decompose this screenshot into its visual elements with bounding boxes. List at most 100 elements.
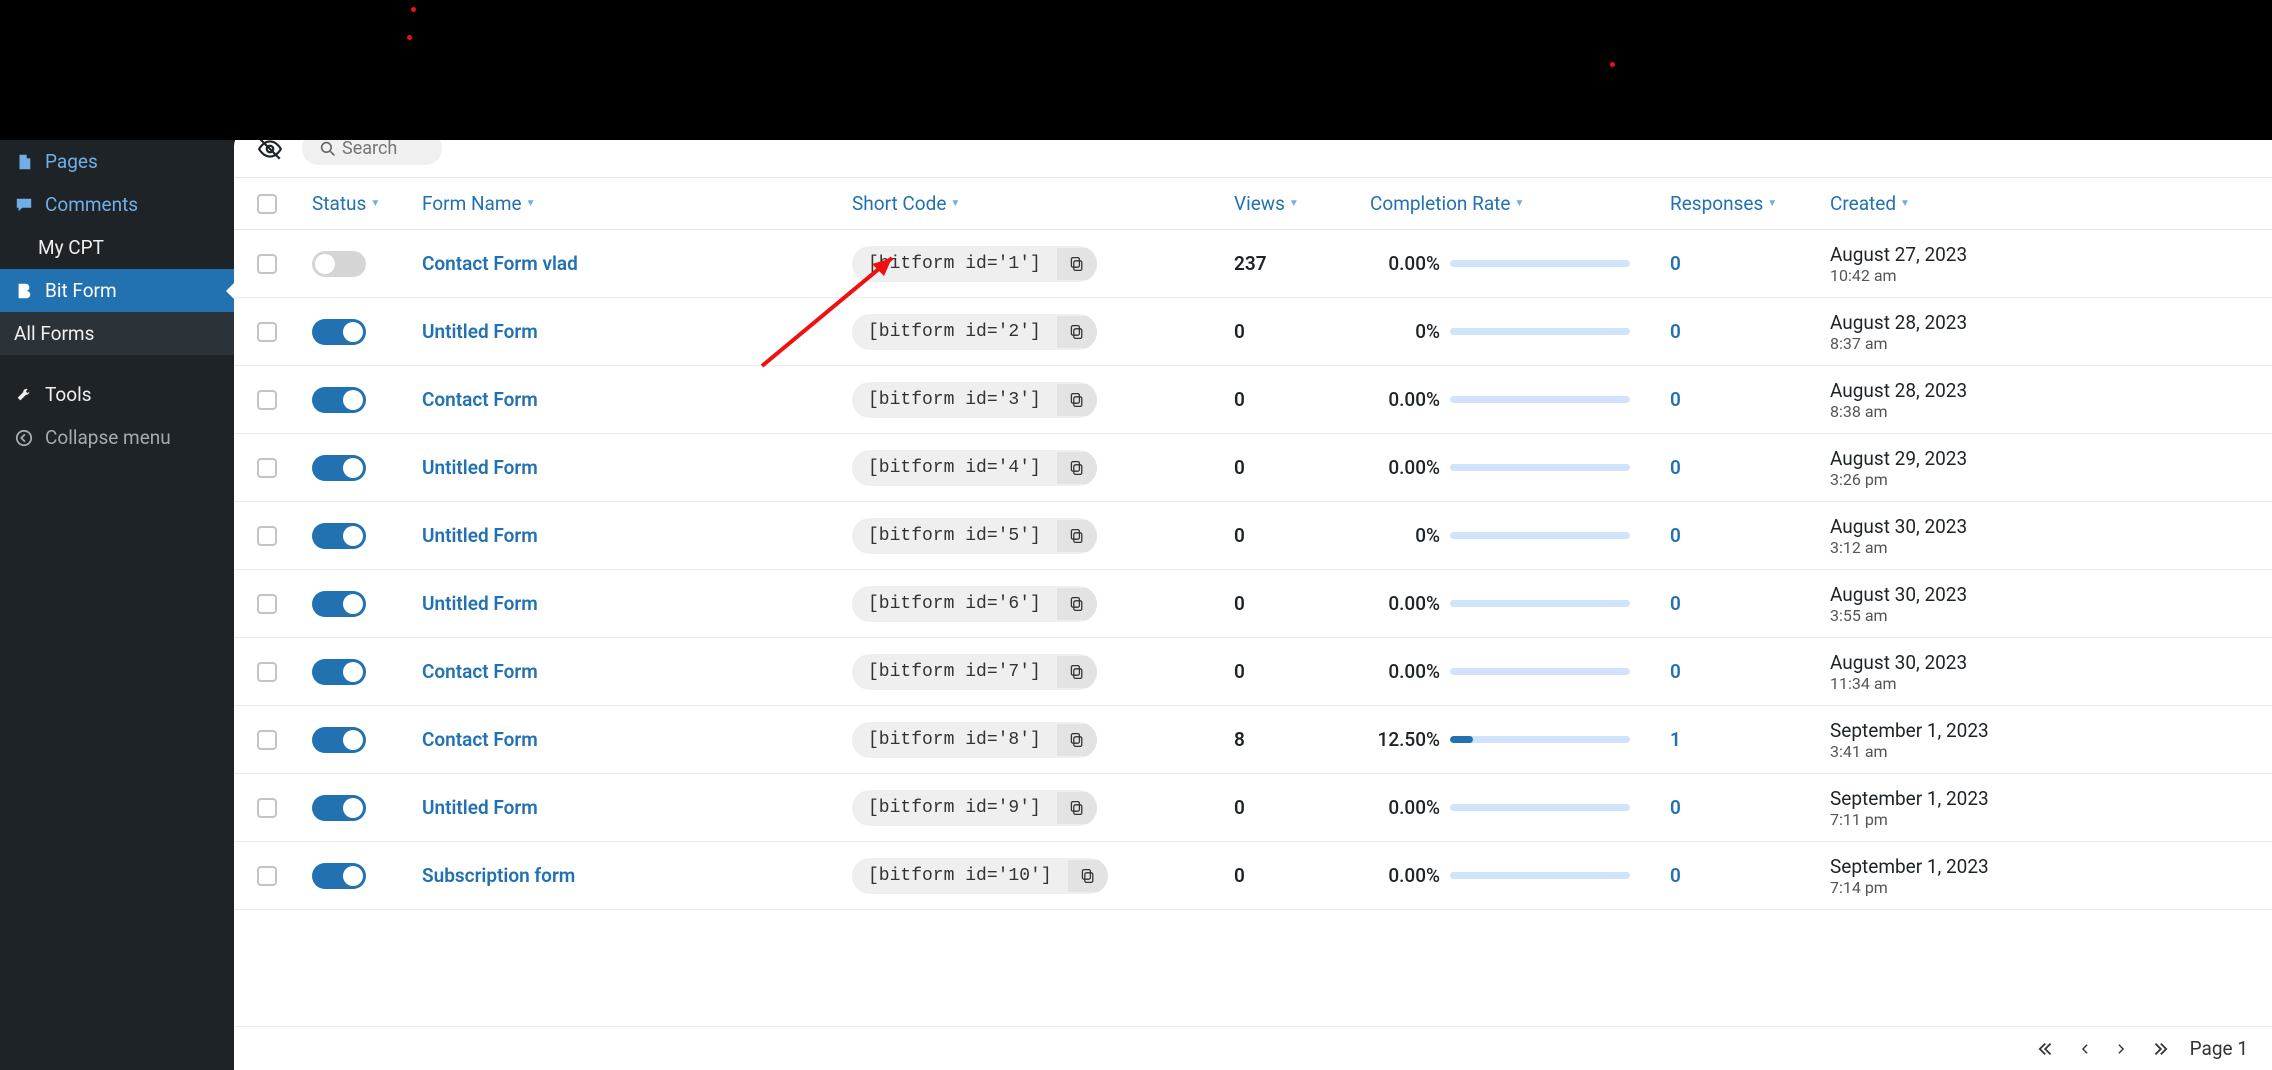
column-header-views[interactable]: Views▼ [1234, 192, 1370, 215]
responses-link[interactable]: 1 [1670, 728, 1681, 751]
form-name-link[interactable]: Contact Form [422, 660, 538, 683]
created-date: August 30, 2023 [1830, 583, 2272, 606]
copy-shortcode-button[interactable] [1057, 248, 1097, 280]
responses-link[interactable]: 0 [1670, 252, 1681, 275]
status-toggle[interactable] [312, 319, 366, 345]
completion-rate-bar [1450, 668, 1630, 675]
responses-link[interactable]: 0 [1670, 660, 1681, 683]
column-header-created[interactable]: Created▼ [1830, 192, 2272, 215]
shortcode-pill: [bitform id='3'] [852, 382, 1097, 418]
responses-link[interactable]: 0 [1670, 592, 1681, 615]
completion-rate-value: 0.00% [1370, 252, 1440, 275]
sidebar-item-bitform[interactable]: Bit Form [0, 269, 234, 312]
row-checkbox[interactable] [257, 458, 277, 478]
search-input[interactable] [342, 138, 422, 159]
completion-rate-bar [1450, 600, 1630, 607]
copy-shortcode-button[interactable] [1057, 724, 1097, 756]
copy-shortcode-button[interactable] [1057, 316, 1097, 348]
completion-rate-bar [1450, 328, 1630, 335]
row-checkbox[interactable] [257, 322, 277, 342]
status-toggle[interactable] [312, 863, 366, 889]
copy-shortcode-button[interactable] [1057, 588, 1097, 620]
column-header-shortcode[interactable]: Short Code▼ [852, 192, 1234, 215]
sidebar-item-pages[interactable]: Pages [0, 140, 234, 183]
column-header-responses[interactable]: Responses▼ [1670, 192, 1830, 215]
completion-rate-value: 0.00% [1370, 592, 1440, 615]
sidebar-sub-allforms[interactable]: All Forms [0, 312, 234, 355]
copy-icon [1069, 256, 1085, 272]
pager-prev[interactable] [2078, 1042, 2092, 1056]
form-name-link[interactable]: Untitled Form [422, 320, 538, 343]
row-checkbox[interactable] [257, 390, 277, 410]
row-checkbox[interactable] [257, 798, 277, 818]
form-name-link[interactable]: Untitled Form [422, 456, 538, 479]
copy-shortcode-button[interactable] [1057, 384, 1097, 416]
responses-link[interactable]: 0 [1670, 524, 1681, 547]
form-name-link[interactable]: Contact Form vlad [422, 252, 578, 275]
status-toggle[interactable] [312, 455, 366, 481]
form-name-link[interactable]: Subscription form [422, 864, 575, 887]
sidebar-item-tools[interactable]: Tools [0, 373, 234, 416]
copy-shortcode-button[interactable] [1057, 792, 1097, 824]
responses-link[interactable]: 0 [1670, 456, 1681, 479]
status-toggle[interactable] [312, 795, 366, 821]
responses-link[interactable]: 0 [1670, 388, 1681, 411]
table-body: Contact Form vlad [bitform id='1'] 237 0… [234, 230, 2272, 1026]
completion-rate-value: 0% [1370, 524, 1440, 547]
pager-first[interactable] [2038, 1040, 2056, 1058]
shortcode-pill: [bitform id='10'] [852, 858, 1108, 894]
main-panel: Status▼ Form Name▼ Short Code▼ Views▼ Co… [234, 128, 2272, 1070]
copy-icon [1069, 664, 1085, 680]
sidebar-item-mycpt[interactable]: My CPT [0, 226, 234, 269]
row-checkbox[interactable] [257, 594, 277, 614]
table-row: Untitled Form [bitform id='9'] 0 0.00% 0… [234, 774, 2272, 842]
shortcode-text: [bitform id='4'] [852, 450, 1057, 486]
page-icon [14, 152, 34, 172]
status-toggle[interactable] [312, 659, 366, 685]
copy-icon [1069, 460, 1085, 476]
pager-next[interactable] [2114, 1042, 2128, 1056]
form-name-link[interactable]: Contact Form [422, 728, 538, 751]
created-time: 3:41 am [1830, 742, 2272, 761]
responses-link[interactable]: 0 [1670, 320, 1681, 343]
copy-shortcode-button[interactable] [1057, 656, 1097, 688]
select-all-checkbox[interactable] [257, 194, 277, 214]
created-date: August 30, 2023 [1830, 515, 2272, 538]
form-name-link[interactable]: Untitled Form [422, 796, 538, 819]
completion-rate-bar [1450, 804, 1630, 811]
status-toggle[interactable] [312, 387, 366, 413]
sidebar-item-comments[interactable]: Comments [0, 183, 234, 226]
column-header-status[interactable]: Status▼ [300, 192, 422, 215]
status-toggle[interactable] [312, 251, 366, 277]
pagination: Page 1 [234, 1026, 2272, 1070]
completion-rate-value: 0.00% [1370, 796, 1440, 819]
copy-shortcode-button[interactable] [1057, 452, 1097, 484]
copy-shortcode-button[interactable] [1068, 860, 1108, 892]
copy-shortcode-button[interactable] [1057, 520, 1097, 552]
status-toggle[interactable] [312, 591, 366, 617]
column-header-name[interactable]: Form Name▼ [422, 192, 852, 215]
row-checkbox[interactable] [257, 730, 277, 750]
shortcode-pill: [bitform id='4'] [852, 450, 1097, 486]
responses-link[interactable]: 0 [1670, 796, 1681, 819]
form-name-link[interactable]: Contact Form [422, 388, 538, 411]
form-name-link[interactable]: Untitled Form [422, 592, 538, 615]
responses-link[interactable]: 0 [1670, 864, 1681, 887]
form-name-link[interactable]: Untitled Form [422, 524, 538, 547]
views-value: 0 [1234, 660, 1245, 683]
row-checkbox[interactable] [257, 866, 277, 886]
copy-icon [1069, 324, 1085, 340]
column-header-completion[interactable]: Completion Rate▼ [1370, 192, 1670, 215]
created-date: August 27, 2023 [1830, 243, 2272, 266]
status-toggle[interactable] [312, 727, 366, 753]
table-row: Contact Form [bitform id='3'] 0 0.00% 0 … [234, 366, 2272, 434]
sidebar-collapse[interactable]: Collapse menu [0, 416, 234, 459]
row-checkbox[interactable] [257, 662, 277, 682]
shortcode-pill: [bitform id='6'] [852, 586, 1097, 622]
views-value: 8 [1234, 728, 1245, 751]
row-checkbox[interactable] [257, 526, 277, 546]
copy-icon [1069, 528, 1085, 544]
row-checkbox[interactable] [257, 254, 277, 274]
pager-last[interactable] [2150, 1040, 2168, 1058]
status-toggle[interactable] [312, 523, 366, 549]
